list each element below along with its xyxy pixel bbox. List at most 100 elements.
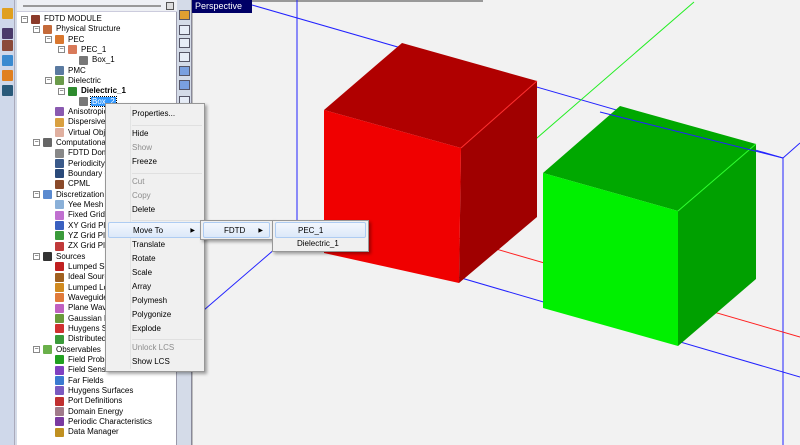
- collapse-toggle[interactable]: −: [45, 77, 52, 85]
- discretization-icon: [43, 190, 52, 200]
- collapse-toggle[interactable]: −: [45, 36, 52, 44]
- menu-move-to[interactable]: Move To ▶: [108, 222, 202, 238]
- tree-item[interactable]: Periodicity: [45, 159, 106, 169]
- computational-domain-icon: [43, 138, 52, 148]
- tree-item-label: PEC_1: [81, 44, 107, 54]
- tree-item[interactable]: Waveguide: [45, 293, 109, 303]
- tree-item[interactable]: CPML: [45, 179, 91, 189]
- tree-item-label: Dispersive: [68, 117, 106, 127]
- tree-item-label: Far Fields: [68, 375, 104, 385]
- data-manager-icon: [55, 427, 64, 437]
- box-icon: [79, 55, 88, 65]
- module-5-icon[interactable]: [2, 70, 13, 81]
- tree-item[interactable]: − Dielectric: [45, 76, 102, 86]
- tree-item-label: Observables: [56, 344, 101, 354]
- tree-item[interactable]: − Observables: [33, 345, 102, 355]
- tree-item-label: Anisotropic: [68, 106, 108, 116]
- tree-item[interactable]: Far Fields: [45, 376, 105, 386]
- tree-item[interactable]: − PEC_1: [58, 45, 107, 55]
- tree-item[interactable]: Domain Energy: [45, 407, 124, 417]
- lumped-load-icon: [55, 283, 64, 293]
- tree-item[interactable]: Dispersive: [45, 117, 106, 127]
- tree-item[interactable]: Anisotropic: [45, 107, 109, 117]
- anisotropic-icon: [55, 107, 64, 117]
- tree-item[interactable]: Fixed Grid P: [45, 210, 113, 220]
- collapse-toggle[interactable]: −: [33, 139, 40, 147]
- menu-freeze[interactable]: Freeze: [108, 154, 202, 170]
- submenu-arrow-icon: ▶: [258, 228, 263, 234]
- periodic-characteristics-icon: [55, 417, 64, 427]
- tree-item[interactable]: Huygens Surfaces: [45, 386, 134, 396]
- submenu-fdtd-label: FDTD: [224, 226, 246, 235]
- module-4-icon[interactable]: [2, 55, 13, 66]
- context-menu: Properties... Hide Show Freeze Cut Copy …: [105, 103, 205, 372]
- collapse-toggle[interactable]: −: [58, 46, 65, 54]
- tree-item[interactable]: Lumped Sou: [45, 262, 114, 272]
- tree-item-label: Discretization: [56, 189, 105, 199]
- module-1-icon[interactable]: [2, 8, 13, 19]
- pin-icon[interactable]: [166, 2, 174, 10]
- tree-header: [17, 0, 177, 12]
- tree-item[interactable]: − Discretization: [33, 190, 105, 200]
- fixed-grid-icon: [55, 210, 64, 220]
- menu-show-lcs[interactable]: Show LCS: [108, 354, 202, 370]
- grid-2-icon[interactable]: [179, 80, 190, 90]
- menu-explode[interactable]: Explode: [108, 321, 202, 337]
- huygens-surface-icon: [55, 386, 64, 396]
- viewport-title: Perspective: [192, 0, 252, 13]
- tree-item-label: Data Manager: [68, 427, 119, 437]
- tree-item-label: Huygens Surfaces: [68, 385, 134, 395]
- tree-item[interactable]: Lumped Loa: [45, 283, 113, 293]
- copy-object-icon[interactable]: [179, 38, 190, 48]
- tree-item[interactable]: FDTD Doma: [45, 148, 114, 158]
- collapse-toggle[interactable]: −: [33, 253, 40, 261]
- submenu-fdtd[interactable]: FDTD ▶: [203, 222, 270, 238]
- collapse-toggle[interactable]: −: [58, 87, 65, 95]
- tree-item[interactable]: Data Manager: [45, 427, 120, 437]
- curve-icon[interactable]: [179, 25, 190, 35]
- module-2-icon[interactable]: [2, 28, 13, 39]
- tree-item[interactable]: PMC: [45, 66, 87, 76]
- physical-structure-icon: [43, 24, 52, 34]
- tree-item-label: Port Definitions: [68, 396, 123, 406]
- tree-item[interactable]: − FDTD MODULE: [21, 14, 103, 24]
- periodicity-icon: [55, 159, 64, 169]
- ruler-icon[interactable]: [179, 10, 190, 20]
- plane-icon[interactable]: [179, 52, 190, 62]
- boundary-conditions-icon: [55, 169, 64, 179]
- grid-icon[interactable]: [179, 66, 190, 76]
- collapse-toggle[interactable]: −: [33, 191, 40, 199]
- tree-item[interactable]: − Physical Structure: [33, 24, 121, 34]
- tree-item-label: Yee Mesh: [68, 199, 104, 209]
- drag-grip[interactable]: [23, 5, 161, 7]
- menu-delete[interactable]: Delete: [108, 202, 202, 218]
- tree-item[interactable]: Plane Wave: [45, 303, 112, 313]
- tree-item[interactable]: Ideal Source: [45, 272, 114, 282]
- tree-item[interactable]: − PEC: [45, 35, 85, 45]
- tree-item-label: Box_1: [92, 55, 115, 65]
- distributed-source-icon: [55, 334, 64, 344]
- fdtd-module-icon[interactable]: [2, 40, 13, 51]
- tree-item[interactable]: − Sources: [33, 252, 86, 262]
- field-probe-icon: [55, 355, 64, 365]
- tree-item[interactable]: Yee Mesh: [45, 200, 104, 210]
- tree-item-label: Dielectric: [68, 75, 101, 85]
- zx-grid-icon: [55, 241, 64, 251]
- module-6-icon[interactable]: [2, 85, 13, 96]
- collapse-toggle[interactable]: −: [33, 346, 40, 354]
- tree-item[interactable]: Field Probes: [45, 355, 114, 365]
- tree-item[interactable]: Huygens Sc: [45, 324, 112, 334]
- tree-item[interactable]: Box_1: [69, 55, 116, 65]
- collapse-toggle[interactable]: −: [21, 15, 28, 23]
- menu-properties[interactable]: Properties...: [108, 106, 202, 122]
- collapse-toggle[interactable]: −: [33, 25, 40, 33]
- tree-item-label: Waveguide: [68, 292, 108, 302]
- green-box[interactable]: [543, 106, 757, 346]
- tree-item[interactable]: Periodic Characteristics: [45, 417, 153, 427]
- tree-item[interactable]: − Dielectric_1: [58, 86, 127, 96]
- submenu-dielectric-1[interactable]: Dielectric_1: [275, 236, 366, 252]
- dielectric-object-icon: [68, 86, 77, 96]
- tree-item[interactable]: Port Definitions: [45, 396, 123, 406]
- tree-item-label: FDTD MODULE: [44, 14, 102, 23]
- pec-object-icon: [68, 45, 77, 55]
